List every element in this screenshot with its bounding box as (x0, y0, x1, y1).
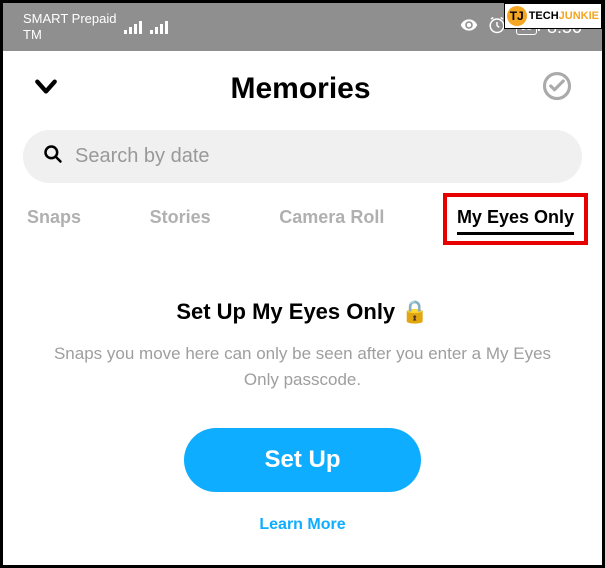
page-header: Memories (23, 71, 582, 106)
search-bar[interactable] (23, 130, 582, 183)
back-button[interactable] (33, 73, 59, 104)
signal-bars-icon (124, 21, 142, 34)
status-left: SMART Prepaid TM (23, 11, 168, 42)
page-title: Memories (230, 72, 370, 106)
select-button[interactable] (542, 71, 572, 106)
highlight-box: My Eyes Only (443, 193, 588, 245)
visibility-icon (460, 16, 478, 39)
setup-title: Set Up My Eyes Only 🔒 (53, 299, 552, 325)
learn-more-link[interactable]: Learn More (53, 516, 552, 534)
tabs: Snaps Stories Camera Roll My Eyes Only (23, 203, 582, 239)
search-icon (43, 144, 63, 169)
tab-stories[interactable]: Stories (150, 203, 211, 239)
watermark-logo: TJ (507, 6, 527, 26)
watermark: TJ TECHJUNKIE (504, 3, 602, 29)
watermark-text: TECHJUNKIE (529, 10, 599, 22)
tab-my-eyes-only[interactable]: My Eyes Only (457, 203, 574, 235)
setup-description: Snaps you move here can only be seen aft… (53, 341, 552, 392)
setup-button[interactable]: Set Up (184, 428, 420, 492)
tab-camera-roll[interactable]: Camera Roll (279, 203, 384, 239)
search-input[interactable] (75, 145, 562, 168)
carrier-label: SMART Prepaid TM (23, 11, 116, 42)
setup-section: Set Up My Eyes Only 🔒 Snaps you move her… (23, 299, 582, 534)
tab-snaps[interactable]: Snaps (27, 203, 81, 239)
signal-bars-icon (150, 21, 168, 34)
